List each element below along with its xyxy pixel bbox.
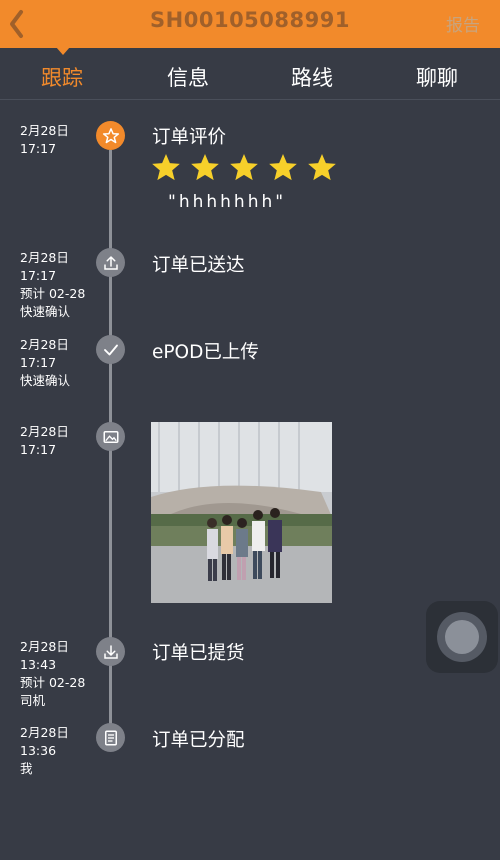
- download-icon: [103, 644, 118, 659]
- event-clock: 17:17: [20, 442, 57, 457]
- tab-tracking[interactable]: 跟踪: [22, 62, 102, 92]
- event-time: 2月28日 13:36 我: [20, 724, 69, 778]
- event-title: ePOD已上传: [152, 342, 259, 363]
- event-date: 2月28日: [20, 250, 69, 265]
- rating-star-icon: [191, 153, 219, 181]
- epod-photo-image: [151, 422, 332, 603]
- event-eta: 预计 02-28: [20, 286, 86, 301]
- star-icon: [102, 127, 119, 143]
- event-time: 2月28日 17:17: [20, 122, 69, 158]
- timeline-node-epod: [96, 335, 125, 364]
- header-bar: SH00105088991 报告: [0, 0, 500, 48]
- event-clock: 13:36: [20, 743, 57, 758]
- event-date: 2月28日: [20, 123, 69, 138]
- timeline-node-rating: [96, 121, 125, 150]
- event-date: 2月28日: [20, 424, 69, 439]
- event-date: 2月28日: [20, 725, 69, 740]
- event-date: 2月28日: [20, 337, 69, 352]
- timeline-node-delivered: [96, 248, 125, 277]
- event-time: 2月28日 13:43 预计 02-28 司机: [20, 638, 85, 710]
- epod-photo[interactable]: [151, 422, 332, 603]
- tab-info[interactable]: 信息: [148, 62, 228, 92]
- tab-bar: 跟踪 信息 路线 聊聊: [0, 48, 500, 100]
- image-icon: [103, 430, 118, 443]
- event-clock: 17:17: [20, 141, 57, 156]
- assistive-touch-button[interactable]: [426, 601, 498, 673]
- event-title: 订单已提货: [152, 643, 245, 664]
- rating-star-icon: [308, 153, 336, 181]
- upload-icon: [103, 255, 118, 270]
- event-title: 订单已送达: [152, 255, 245, 276]
- event-actor: 快速确认: [20, 304, 71, 319]
- timeline-node-photo: [96, 422, 125, 451]
- event-actor: 快速确认: [20, 373, 71, 388]
- assistive-touch-dot: [445, 620, 479, 654]
- event-actor: 我: [20, 761, 33, 776]
- rating-star-icon: [152, 153, 180, 181]
- event-clock: 17:17: [20, 355, 57, 370]
- timeline-node-assigned: [96, 723, 125, 752]
- rating-comment: "hhhhhhh": [168, 192, 287, 212]
- timeline-node-pickup: [96, 637, 125, 666]
- document-icon: [104, 730, 117, 745]
- event-date: 2月28日: [20, 639, 69, 654]
- event-clock: 17:17: [20, 268, 57, 283]
- event-time: 2月28日 17:17: [20, 423, 69, 459]
- event-eta: 预计 02-28: [20, 675, 86, 690]
- event-title: 订单已分配: [152, 730, 245, 751]
- event-actor: 司机: [20, 693, 46, 708]
- rating-star-icon: [269, 153, 297, 181]
- report-button[interactable]: 报告: [446, 11, 480, 36]
- tab-route[interactable]: 路线: [272, 62, 352, 92]
- check-icon: [103, 344, 118, 355]
- event-time: 2月28日 17:17 预计 02-28 快速确认: [20, 249, 85, 321]
- order-number-title: SH00105088991: [150, 8, 350, 32]
- event-time: 2月28日 17:17 快速确认: [20, 336, 70, 390]
- event-title: 订单评价: [152, 127, 227, 148]
- event-clock: 13:43: [20, 657, 57, 672]
- rating-stars: [150, 152, 338, 183]
- rating-star-icon: [230, 153, 258, 181]
- tab-chat[interactable]: 聊聊: [397, 62, 477, 92]
